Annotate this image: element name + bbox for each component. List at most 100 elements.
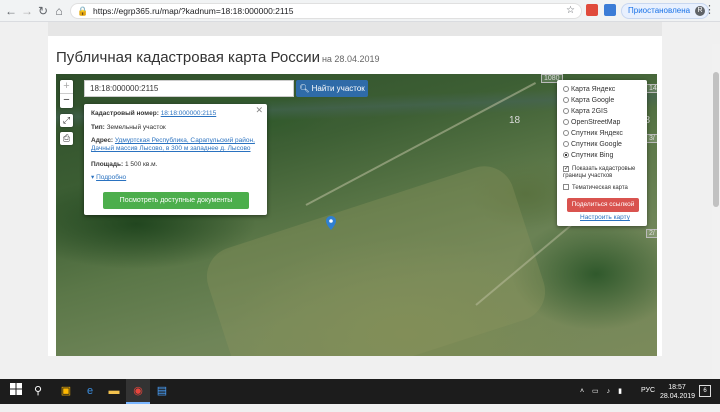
address-row: Адрес: Удмуртская Республика, Сарапульск… (91, 137, 259, 153)
network-icon[interactable]: ▭ (592, 388, 599, 395)
more-details-label: Подробно (96, 174, 127, 181)
input-language[interactable]: РУС (641, 387, 655, 394)
parcel-info-popup: ✕ Кадастровый номер: 18:18:000000:2115 Т… (84, 104, 267, 215)
taskbar-app-store[interactable]: ▣ (54, 379, 78, 404)
taskbar-app-extra[interactable]: ▤ (150, 379, 174, 404)
back-icon[interactable]: ← (4, 3, 18, 19)
chrome-icon: ◉ (133, 385, 143, 397)
app-icon: ▤ (156, 385, 168, 397)
layer-option[interactable]: OpenStreetMap (563, 118, 620, 128)
volume-icon[interactable]: ♪ (607, 388, 611, 395)
cadastral-boundaries-label: Показать кадастровые границы участков (563, 166, 636, 179)
type-label: Тип: (91, 124, 105, 131)
layer-option-label: Карта Google (571, 97, 615, 104)
page-date: на 28.04.2019 (321, 54, 380, 64)
taskbar-app-chrome[interactable]: ◉ (126, 379, 150, 404)
profile-paused-button[interactable]: Приостановлена R (621, 3, 710, 19)
taskbar-app-explorer[interactable]: ▬ (102, 379, 126, 404)
url-text: https://egrp365.ru/map/?kadnum=18:18:000… (93, 6, 294, 16)
caret-down-icon: ▾ (91, 174, 95, 181)
fullscreen-icon[interactable]: ⤢ (60, 114, 73, 127)
thematic-map-checkbox-row[interactable]: Тематическая карта (563, 183, 628, 193)
view-documents-button[interactable]: Посмотреть доступные документы (103, 192, 249, 209)
content-area: Публичная кадастровая карта России на 28.… (48, 22, 662, 356)
layer-option-label: Спутник Google (571, 141, 622, 148)
scrollbar-thumb[interactable] (713, 72, 719, 207)
forward-icon[interactable]: → (20, 3, 34, 19)
layer-option-label: Карта Яндекс (571, 86, 616, 93)
address-label: Адрес: (91, 137, 114, 144)
radio-button[interactable] (563, 97, 569, 103)
notification-center-button[interactable]: 6 (699, 385, 711, 397)
layer-option-label: Спутник Bing (571, 152, 614, 159)
cadnum-link[interactable]: 18:18:000000:2115 (161, 110, 217, 117)
radio-button[interactable] (563, 130, 569, 136)
radio-button[interactable] (563, 86, 569, 92)
layer-option[interactable]: Спутник Bing (563, 151, 613, 161)
home-icon[interactable]: ⌂ (52, 3, 66, 19)
type-row: Тип: Земельный участок (91, 124, 259, 132)
cadnum-row: Кадастровый номер: 18:18:000000:2115 (91, 110, 259, 118)
store-icon: ▣ (60, 385, 72, 397)
area-label: Площадь: (91, 161, 124, 168)
folder-icon: ▬ (108, 385, 120, 397)
search-icon[interactable]: ⚲ (30, 383, 46, 399)
thematic-map-label: Тематическая карта (572, 185, 628, 191)
windows-logo-icon (10, 383, 22, 395)
search-icon: 🔍︎ (299, 84, 310, 93)
layer-option-label: Карта 2GIS (571, 108, 608, 115)
layer-option[interactable]: Карта Google (563, 96, 614, 106)
zoom-control: + − (60, 80, 73, 108)
page-scrollbar[interactable] (712, 44, 720, 378)
layer-switcher-panel: Карта Яндекс Карта Google Карта 2GIS OpenSt… (557, 80, 647, 226)
more-details-link[interactable]: ▾ Подробно (91, 174, 259, 182)
radio-button[interactable] (563, 108, 569, 114)
page-title: Публичная кадастровая карта России на 28.… (56, 49, 379, 66)
layer-option[interactable]: Карта 2GIS (563, 107, 608, 117)
clock-date: 28.04.2019 (660, 393, 696, 400)
cadastral-search-input[interactable] (84, 80, 294, 97)
map-marker-icon[interactable] (326, 216, 336, 230)
clock-time: 18:57 (668, 384, 686, 391)
checkbox-unchecked[interactable] (563, 184, 569, 190)
browser-menu-icon[interactable]: ⋮ (704, 3, 715, 16)
cadastral-boundaries-checkbox-row[interactable]: ✓ Показать кадастровые границы участков (563, 166, 643, 182)
map-edge-label: 2/ (646, 229, 657, 238)
area-row: Площадь: 1 500 кв.м. (91, 161, 259, 169)
share-link-button[interactable]: Поделиться ссылкой (567, 198, 639, 212)
extension-icon[interactable] (586, 4, 598, 16)
extension-icon[interactable] (604, 4, 616, 16)
configure-map-link[interactable]: Настроить карту (580, 214, 630, 221)
cadastral-map[interactable]: 1080 18 18 14/ 3/ 2/ + − ⤢ ⎙ 🔍︎ Найти уч… (56, 74, 657, 356)
windows-start-icon[interactable] (8, 383, 24, 399)
taskbar-app-edge[interactable]: e (78, 379, 102, 404)
battery-icon[interactable]: ▮ (618, 388, 622, 395)
page: Публичная кадастровая карта России на 28.… (0, 22, 720, 378)
reload-icon[interactable]: ↻ (36, 3, 50, 19)
layer-option[interactable]: Карта Яндекс (563, 85, 615, 95)
area-value: 1 500 кв.м. (124, 161, 158, 168)
find-parcel-button[interactable]: 🔍︎ Найти участок (296, 80, 368, 97)
find-parcel-label: Найти участок (311, 84, 365, 93)
layer-option[interactable]: Спутник Яндекс (563, 129, 623, 139)
zoom-in-button[interactable]: + (60, 80, 73, 94)
browser-toolbar: ← → ↻ ⌂ 🔒 https://egrp365.ru/map/?kadnum… (0, 0, 720, 22)
map-edge-label: 3/ (646, 134, 657, 143)
layer-option-label: OpenStreetMap (571, 119, 621, 126)
zoom-out-button[interactable]: − (60, 94, 73, 108)
taskbar-clock[interactable]: 18:57 28.04.2019 (660, 383, 696, 401)
address-bar[interactable]: 🔒 https://egrp365.ru/map/?kadnum=18:18:0… (70, 3, 582, 19)
paused-label: Приостановлена (628, 6, 691, 15)
radio-button[interactable] (563, 141, 569, 147)
tray-icons[interactable]: ˄ ▭ ♪ ▮ (580, 387, 622, 412)
layer-option[interactable]: Спутник Google (563, 140, 622, 150)
edge-icon: e (86, 385, 94, 397)
page-title-text: Публичная кадастровая карта России (56, 49, 320, 66)
checkbox-checked[interactable]: ✓ (563, 166, 569, 172)
radio-button[interactable] (563, 152, 569, 158)
address-link[interactable]: Удмуртская Республика, Сарапульский райо… (91, 137, 255, 152)
chevron-up-icon[interactable]: ˄ (580, 388, 584, 395)
radio-button[interactable] (563, 119, 569, 125)
bookmark-star-icon[interactable]: ☆ (566, 5, 575, 16)
print-icon[interactable]: ⎙ (60, 132, 73, 145)
